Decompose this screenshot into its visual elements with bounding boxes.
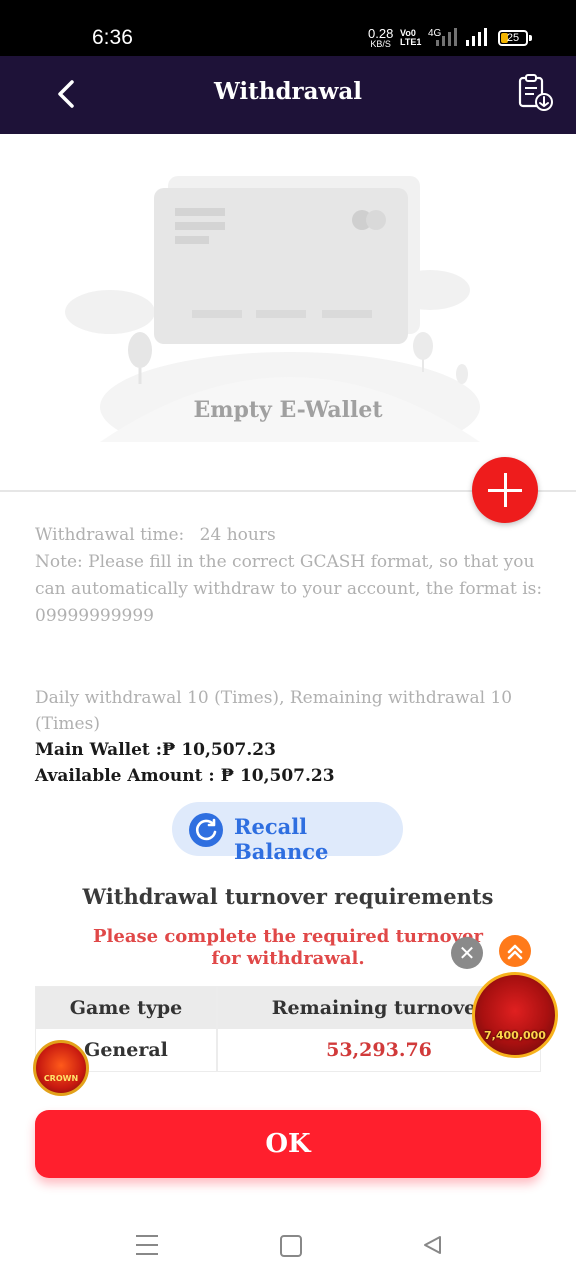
- system-nav-bar: [0, 1208, 576, 1280]
- column-divider: [216, 987, 218, 1071]
- volte-bottom: LTE1: [400, 37, 422, 47]
- crown-promo-label: CROWN: [43, 1074, 79, 1083]
- available-amount: Available Amount : ₱ 10,507.23: [35, 766, 335, 786]
- turnover-table: Game type Remaining turnover General 53,…: [35, 986, 541, 1072]
- menu-icon[interactable]: [136, 1235, 158, 1255]
- jackpot-amount: 7,400,000: [484, 1029, 546, 1042]
- page-title: Withdrawal: [213, 78, 363, 105]
- turnover-title: Withdrawal turnover requirements: [82, 884, 494, 909]
- volte-indicator: Vo0 LTE1: [400, 29, 421, 47]
- turnover-note: Please complete the required turnover fo…: [93, 926, 483, 969]
- daily-withdrawal-limit: Daily withdrawal 10 (Times), Remaining w…: [35, 688, 513, 734]
- recall-balance-label: Recall Balance: [234, 814, 329, 864]
- jackpot-promo[interactable]: 7,400,000: [472, 972, 558, 1058]
- clipboard-download-icon[interactable]: [514, 74, 556, 112]
- recall-balance-button[interactable]: Recall Balance: [172, 802, 403, 864]
- status-time: 6:36: [92, 26, 133, 49]
- battery-level: 25: [506, 32, 520, 44]
- crown-promo[interactable]: CROWN: [33, 1040, 89, 1096]
- empty-wallet-text: Empty E-Wallet: [193, 397, 383, 423]
- main-wallet: Main Wallet :₱ 10,507.23: [35, 740, 276, 760]
- column-header-game-type: Game type: [36, 987, 216, 1029]
- refresh-icon: [189, 813, 223, 847]
- back-triangle-icon[interactable]: [421, 1234, 443, 1256]
- format-note: Note: Please fill in the correct GCASH f…: [35, 552, 543, 626]
- withdrawal-time-value: 24 hours: [199, 525, 276, 545]
- battery-icon: 25: [498, 30, 528, 46]
- home-icon[interactable]: [280, 1235, 302, 1257]
- close-icon[interactable]: ✕: [451, 937, 483, 969]
- signal-icon: [436, 28, 460, 46]
- add-wallet-button[interactable]: [472, 457, 538, 523]
- network-speed: 0.28 KB/S: [368, 27, 393, 50]
- battery-tip: [529, 35, 532, 41]
- signal-icon-2: [466, 28, 490, 46]
- ok-button[interactable]: OK: [35, 1110, 541, 1178]
- network-speed-unit: KB/S: [370, 39, 391, 49]
- double-chevron-up-icon[interactable]: [499, 935, 531, 967]
- withdrawal-time-label: Withdrawal time:: [35, 525, 185, 545]
- app-header: Withdrawal: [0, 56, 576, 134]
- status-bar: 6:36 0.28 KB/S Vo0 LTE1 4G 25: [0, 0, 576, 56]
- withdrawal-time: Withdrawal time: 24 hours: [35, 522, 545, 549]
